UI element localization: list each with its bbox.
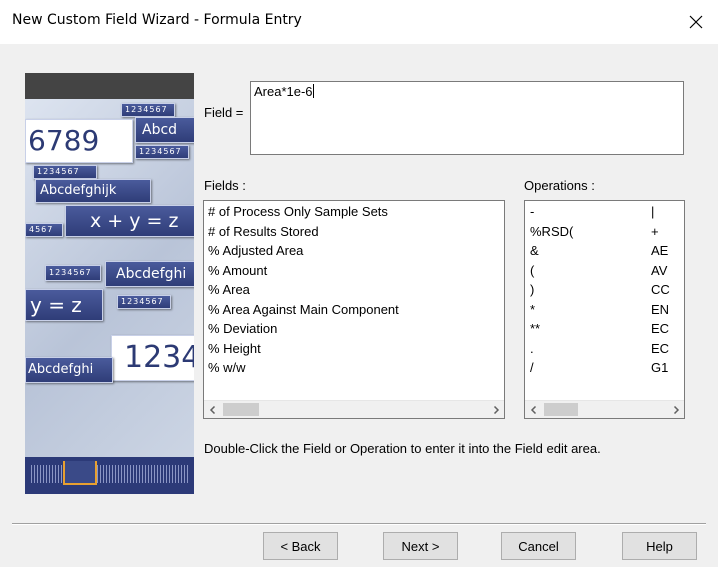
list-item[interactable]: # of Results Stored xyxy=(204,222,399,242)
cancel-button[interactable]: Cancel xyxy=(501,532,576,560)
scroll-left-button[interactable] xyxy=(204,401,221,418)
operations-label: Operations : xyxy=(524,178,595,193)
instruction-text: Double-Click the Field or Operation to e… xyxy=(204,441,601,456)
image-tile: Abcdefghijk xyxy=(35,179,151,203)
side-image-knob xyxy=(63,461,97,485)
image-tile: x + y = z xyxy=(65,205,194,237)
fields-listbox[interactable]: # of Process Only Sample Sets # of Resul… xyxy=(203,200,505,419)
image-tile: 1234567 xyxy=(45,265,101,281)
image-tile: 1234567 xyxy=(117,295,171,309)
close-icon xyxy=(689,15,703,29)
list-item[interactable]: AE xyxy=(651,241,670,261)
list-item[interactable]: % w/w xyxy=(204,358,399,378)
image-tile: 6789 xyxy=(25,119,133,163)
image-tile: 1234567 xyxy=(33,165,97,179)
chevron-left-icon xyxy=(209,405,215,414)
image-tile: 4567 xyxy=(25,223,63,237)
close-button[interactable] xyxy=(674,0,718,44)
image-tile: y = z xyxy=(25,289,103,321)
scrollbar-thumb[interactable] xyxy=(223,403,259,416)
list-item[interactable]: % Deviation xyxy=(204,319,399,339)
list-item[interactable]: / xyxy=(530,358,573,378)
list-item[interactable]: * xyxy=(530,300,573,320)
list-item[interactable]: + xyxy=(651,222,670,242)
chevron-left-icon xyxy=(530,405,536,414)
image-tile: 1234 xyxy=(111,335,194,381)
list-item[interactable]: ) xyxy=(530,280,573,300)
list-item[interactable]: - xyxy=(530,202,573,222)
scroll-left-button[interactable] xyxy=(525,401,542,418)
side-image-slider-strip xyxy=(25,457,194,494)
wizard-side-image: 1234567 6789 Abcd 1234567 1234567 Abcdef… xyxy=(25,73,194,494)
list-item[interactable]: AV xyxy=(651,261,670,281)
list-item[interactable]: % Amount xyxy=(204,261,399,281)
scrollbar-thumb[interactable] xyxy=(544,403,578,416)
title-bar: New Custom Field Wizard - Formula Entry xyxy=(0,0,718,45)
image-tile: 1234567 xyxy=(135,145,189,159)
button-separator xyxy=(12,523,706,525)
list-item[interactable]: EC xyxy=(651,339,670,359)
text-caret xyxy=(312,84,314,98)
scroll-right-button[interactable] xyxy=(487,401,504,418)
fields-horizontal-scrollbar[interactable] xyxy=(204,400,504,418)
list-item[interactable]: % Height xyxy=(204,339,399,359)
list-item[interactable]: . xyxy=(530,339,573,359)
field-label: Field = xyxy=(204,105,244,120)
list-item[interactable]: %RSD( xyxy=(530,222,573,242)
list-item[interactable]: & xyxy=(530,241,573,261)
wizard-body: 1234567 6789 Abcd 1234567 1234567 Abcdef… xyxy=(0,45,718,567)
list-item[interactable]: G1 xyxy=(651,358,670,378)
side-image-ticks xyxy=(31,465,188,483)
side-image-graphic: 1234567 6789 Abcd 1234567 1234567 Abcdef… xyxy=(25,99,194,457)
list-item[interactable]: | xyxy=(651,202,670,222)
formula-field-value: Area*1e-6 xyxy=(254,84,313,99)
help-button[interactable]: Help xyxy=(622,532,697,560)
list-item[interactable]: EN xyxy=(651,300,670,320)
list-item[interactable]: % Area xyxy=(204,280,399,300)
image-tile: 1234567 xyxy=(121,103,175,117)
image-tile: Abcdefghi xyxy=(105,261,194,287)
image-tile: Abcdefghi xyxy=(25,357,113,383)
formula-field-input[interactable]: Area*1e-6 xyxy=(250,81,684,155)
chevron-right-icon xyxy=(493,405,499,414)
operations-listbox[interactable]: - %RSD( & ( ) * ** . / | + AE AV CC EN E… xyxy=(524,200,685,419)
list-item[interactable]: % Area Against Main Component xyxy=(204,300,399,320)
fields-label: Fields : xyxy=(204,178,246,193)
next-button[interactable]: Next > xyxy=(383,532,458,560)
list-item[interactable]: EC xyxy=(651,319,670,339)
scroll-right-button[interactable] xyxy=(667,401,684,418)
list-item[interactable]: # of Process Only Sample Sets xyxy=(204,202,399,222)
operations-horizontal-scrollbar[interactable] xyxy=(525,400,684,418)
list-item[interactable]: ( xyxy=(530,261,573,281)
list-item[interactable]: ** xyxy=(530,319,573,339)
list-item[interactable]: % Adjusted Area xyxy=(204,241,399,261)
back-button[interactable]: < Back xyxy=(263,532,338,560)
window-title: New Custom Field Wizard - Formula Entry xyxy=(12,12,302,28)
list-item[interactable]: CC xyxy=(651,280,670,300)
chevron-right-icon xyxy=(673,405,679,414)
image-tile: Abcd xyxy=(135,117,194,143)
